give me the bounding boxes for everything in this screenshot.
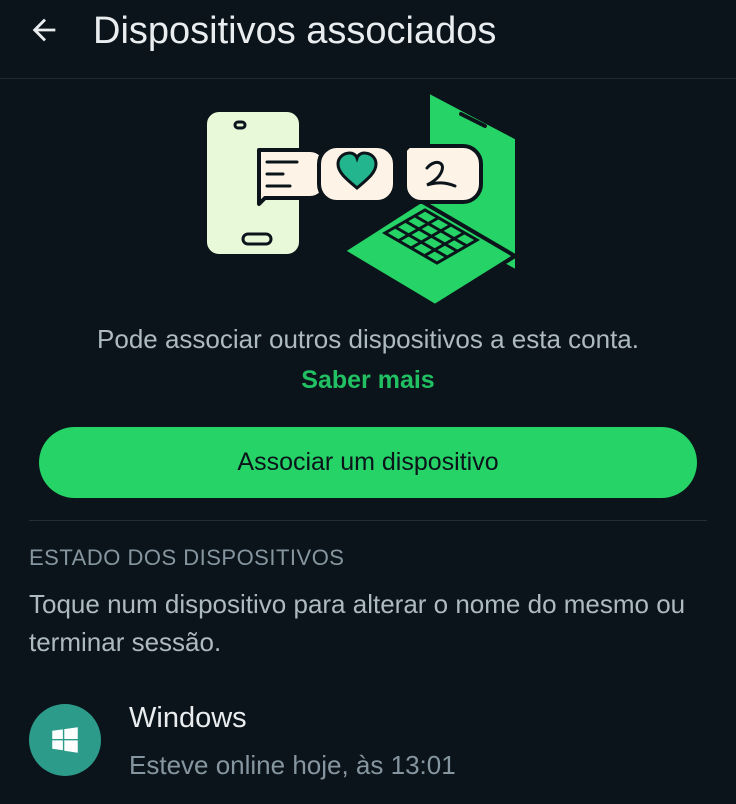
windows-icon <box>52 727 78 753</box>
link-device-button[interactable]: Associar um dispositivo <box>39 427 697 498</box>
device-avatar <box>29 704 101 776</box>
page-title: Dispositivos associados <box>93 10 497 52</box>
device-status-header: ESTADO DOS DISPOSITIVOS <box>29 545 345 570</box>
chat-bubbles-illustration <box>257 144 483 206</box>
device-name: Windows <box>129 702 247 734</box>
linked-devices-illustration <box>203 89 519 306</box>
linked-devices-description: Pode associar outros dispositivos a esta… <box>97 324 639 354</box>
linked-devices-screen: Dispositivos associados Pode associar ou… <box>0 0 736 804</box>
device-item-windows[interactable]: Windows Esteve online hoje, às 13:01 <box>0 690 736 790</box>
top-app-bar: Dispositivos associados <box>0 0 736 79</box>
device-status-help: Toque num dispositivo para alterar o nom… <box>29 589 686 657</box>
device-last-seen: Esteve online hoje, às 13:01 <box>129 750 456 780</box>
learn-more-link[interactable]: Saber mais <box>0 362 736 398</box>
back-button[interactable] <box>18 8 70 52</box>
arrow-left-icon <box>32 18 56 42</box>
section-divider <box>29 520 707 521</box>
